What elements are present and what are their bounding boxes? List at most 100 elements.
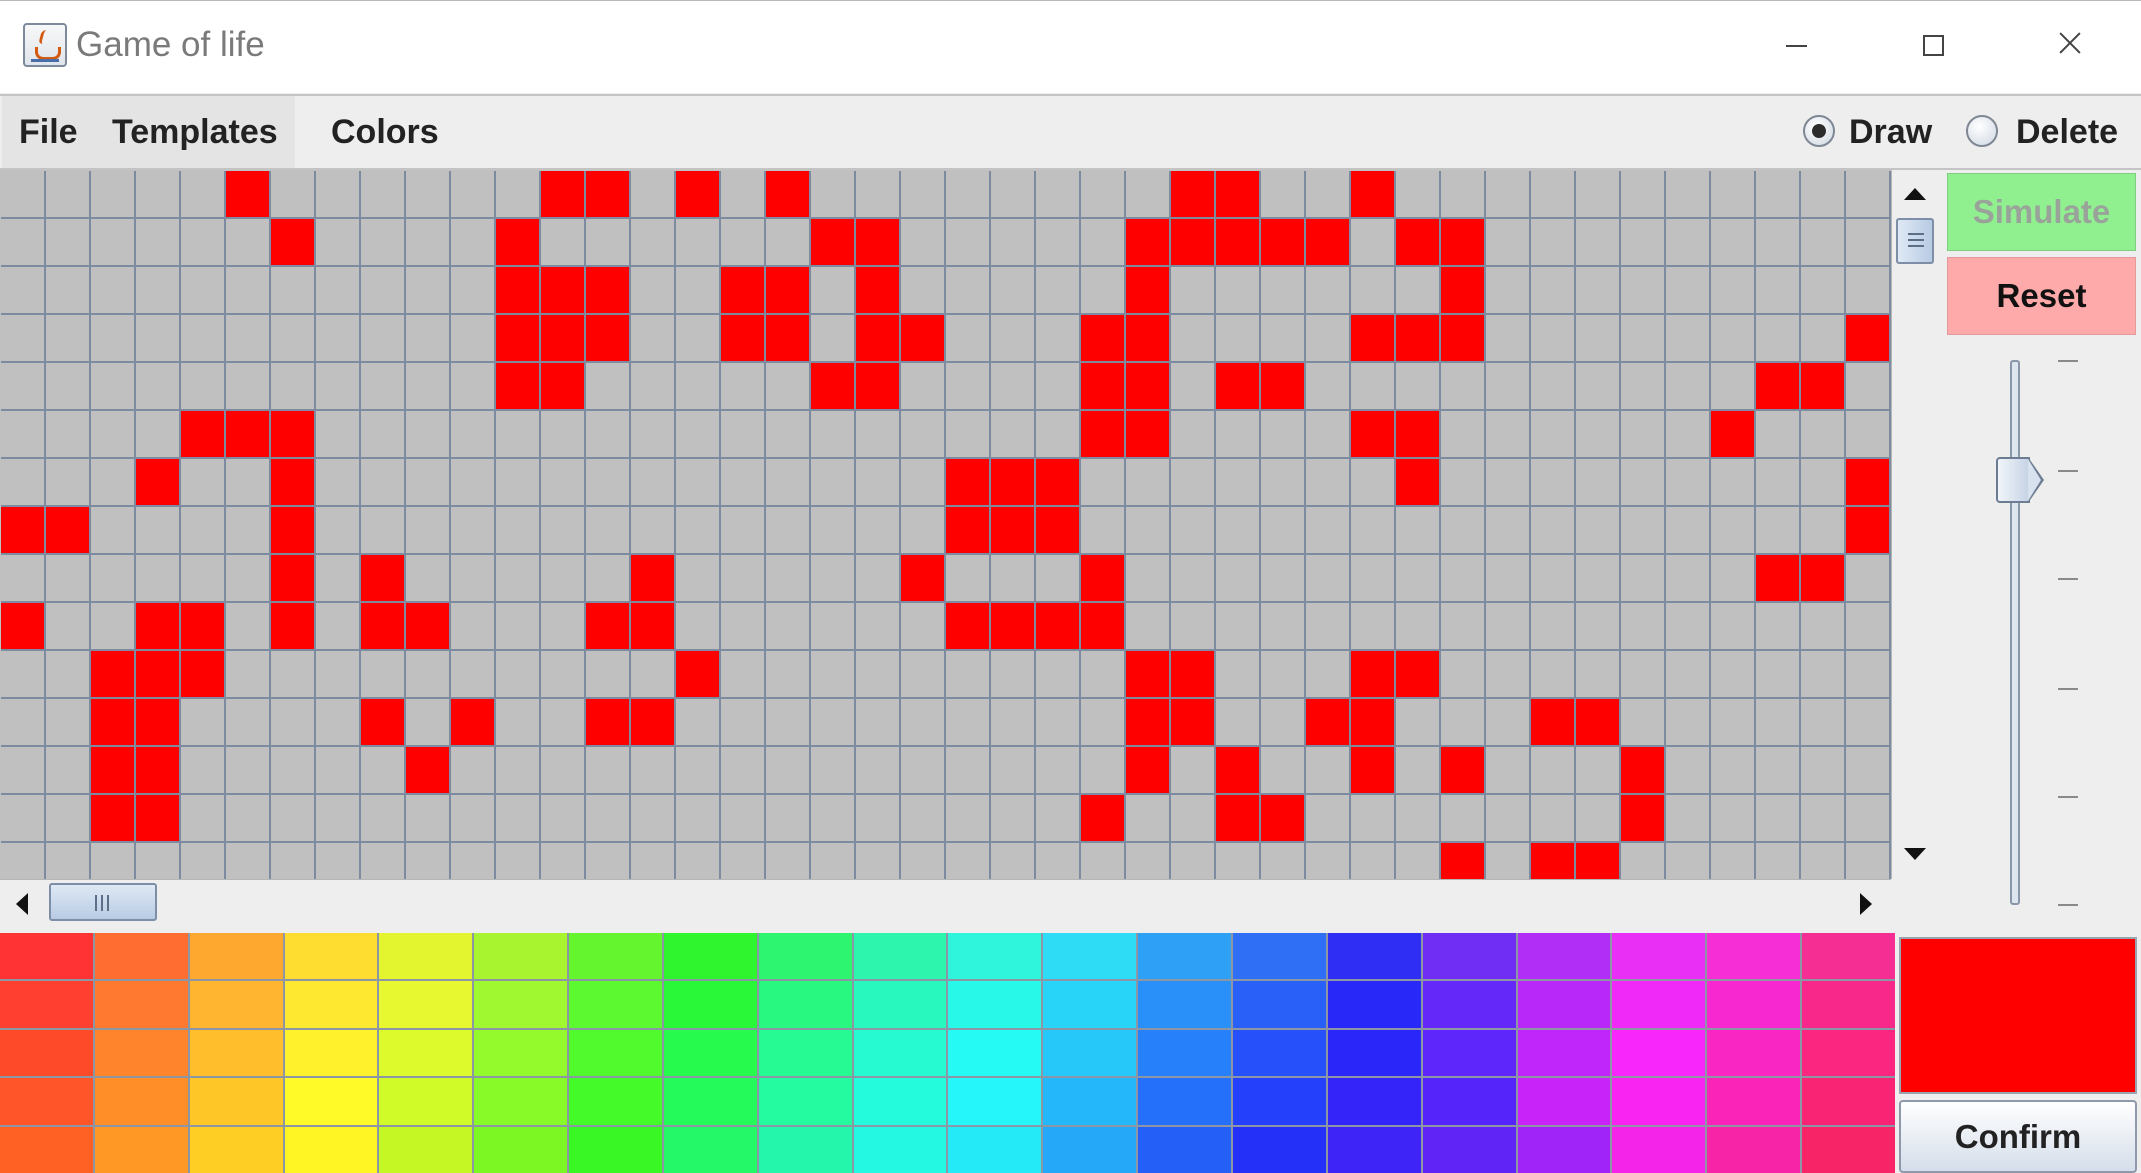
grid-cell[interactable]	[1441, 699, 1486, 747]
grid-cell[interactable]	[721, 795, 766, 843]
grid-cell-alive[interactable]	[1801, 555, 1846, 603]
color-swatch[interactable]	[1612, 1078, 1706, 1125]
grid-cell[interactable]	[226, 795, 271, 843]
close-button[interactable]	[2040, 19, 2100, 71]
grid-cell[interactable]	[1081, 219, 1126, 267]
grid-cell-alive[interactable]	[1351, 411, 1396, 459]
color-swatch[interactable]	[663, 1078, 757, 1125]
grid-cell[interactable]	[1756, 459, 1801, 507]
grid-cell[interactable]	[316, 651, 361, 699]
grid-cell[interactable]	[1486, 603, 1531, 651]
grid-cell-alive[interactable]	[226, 411, 271, 459]
grid-cell[interactable]	[1666, 555, 1711, 603]
grid-cell[interactable]	[1171, 411, 1216, 459]
color-swatch[interactable]	[284, 981, 378, 1028]
grid-cell[interactable]	[676, 699, 721, 747]
grid-cell[interactable]	[1666, 603, 1711, 651]
grid-cell[interactable]	[1711, 747, 1756, 795]
grid-cell[interactable]	[226, 219, 271, 267]
color-swatch[interactable]	[379, 1029, 473, 1077]
grid-cell[interactable]	[496, 171, 541, 219]
grid-cell-alive[interactable]	[1216, 795, 1261, 843]
grid-cell[interactable]	[316, 171, 361, 219]
grid-cell-alive[interactable]	[1216, 219, 1261, 267]
grid-cell[interactable]	[676, 507, 721, 555]
grid-cell[interactable]	[766, 459, 811, 507]
grid-cell[interactable]	[811, 747, 856, 795]
grid-cell[interactable]	[1711, 267, 1756, 315]
grid-cell[interactable]	[361, 747, 406, 795]
grid-cell[interactable]	[1711, 795, 1756, 843]
grid-cell[interactable]	[1801, 699, 1846, 747]
grid-cell[interactable]	[1, 699, 46, 747]
grid-cell[interactable]	[1711, 555, 1756, 603]
grid-cell-alive[interactable]	[631, 699, 676, 747]
grid-cell[interactable]	[1621, 219, 1666, 267]
color-swatch[interactable]	[1233, 1126, 1326, 1173]
grid-cell[interactable]	[46, 171, 91, 219]
grid-cell[interactable]	[1036, 843, 1081, 879]
grid-cell[interactable]	[991, 747, 1036, 795]
grid-cell-alive[interactable]	[766, 315, 811, 363]
grid-cell[interactable]	[1216, 843, 1261, 879]
grid-cell[interactable]	[1261, 843, 1306, 879]
color-swatch[interactable]	[663, 1126, 757, 1173]
grid-cell[interactable]	[271, 843, 316, 879]
menu-file[interactable]: File	[2, 96, 95, 168]
grid-cell[interactable]	[1801, 843, 1846, 879]
grid-cell[interactable]	[811, 555, 856, 603]
grid-cell[interactable]	[946, 363, 991, 411]
grid-cell[interactable]	[451, 315, 496, 363]
grid-cell[interactable]	[226, 315, 271, 363]
grid-cell[interactable]	[811, 267, 856, 315]
grid-cell[interactable]	[136, 171, 181, 219]
grid-cell-alive[interactable]	[1126, 315, 1171, 363]
grid-cell[interactable]	[586, 363, 631, 411]
grid-cell[interactable]	[1171, 795, 1216, 843]
color-swatch[interactable]	[0, 1029, 93, 1077]
grid-cell-alive[interactable]	[361, 603, 406, 651]
grid-cell[interactable]	[226, 555, 271, 603]
grid-cell-alive[interactable]	[136, 747, 181, 795]
grid-cell[interactable]	[1621, 699, 1666, 747]
grid-cell[interactable]	[901, 795, 946, 843]
grid-cell[interactable]	[1756, 651, 1801, 699]
grid-cell-alive[interactable]	[991, 507, 1036, 555]
color-swatch[interactable]	[569, 933, 662, 980]
grid-cell[interactable]	[361, 651, 406, 699]
grid-cell[interactable]	[406, 219, 451, 267]
color-swatch[interactable]	[1707, 981, 1801, 1028]
grid-cell[interactable]	[991, 843, 1036, 879]
grid-cell-alive[interactable]	[46, 507, 91, 555]
color-swatch[interactable]	[284, 933, 378, 980]
grid-cell[interactable]	[1486, 363, 1531, 411]
grid-cell-alive[interactable]	[541, 363, 586, 411]
grid-cell[interactable]	[856, 555, 901, 603]
grid-cell[interactable]	[991, 219, 1036, 267]
grid-cell[interactable]	[181, 171, 226, 219]
grid-cell[interactable]	[1846, 843, 1891, 879]
grid-cell[interactable]	[1351, 603, 1396, 651]
color-swatch[interactable]	[948, 1078, 1042, 1125]
grid-cell-alive[interactable]	[1, 507, 46, 555]
grid-cell[interactable]	[451, 459, 496, 507]
grid-cell-alive[interactable]	[1126, 267, 1171, 315]
grid-cell[interactable]	[406, 315, 451, 363]
grid-cell[interactable]	[1576, 315, 1621, 363]
grid-cell-alive[interactable]	[1441, 315, 1486, 363]
color-swatch[interactable]	[1043, 981, 1137, 1028]
grid-cell-alive[interactable]	[946, 603, 991, 651]
grid-cell[interactable]	[91, 843, 136, 879]
color-swatch[interactable]	[189, 1078, 283, 1125]
grid-cell[interactable]	[1531, 507, 1576, 555]
grid-cell[interactable]	[1126, 171, 1171, 219]
grid-cell[interactable]	[1261, 507, 1306, 555]
grid-cell[interactable]	[1216, 315, 1261, 363]
grid-cell-alive[interactable]	[1261, 363, 1306, 411]
grid-cell[interactable]	[181, 267, 226, 315]
grid-cell[interactable]	[1, 411, 46, 459]
grid-cell[interactable]	[1, 219, 46, 267]
grid-cell-alive[interactable]	[496, 315, 541, 363]
grid-cell[interactable]	[91, 459, 136, 507]
grid-cell[interactable]	[1261, 699, 1306, 747]
